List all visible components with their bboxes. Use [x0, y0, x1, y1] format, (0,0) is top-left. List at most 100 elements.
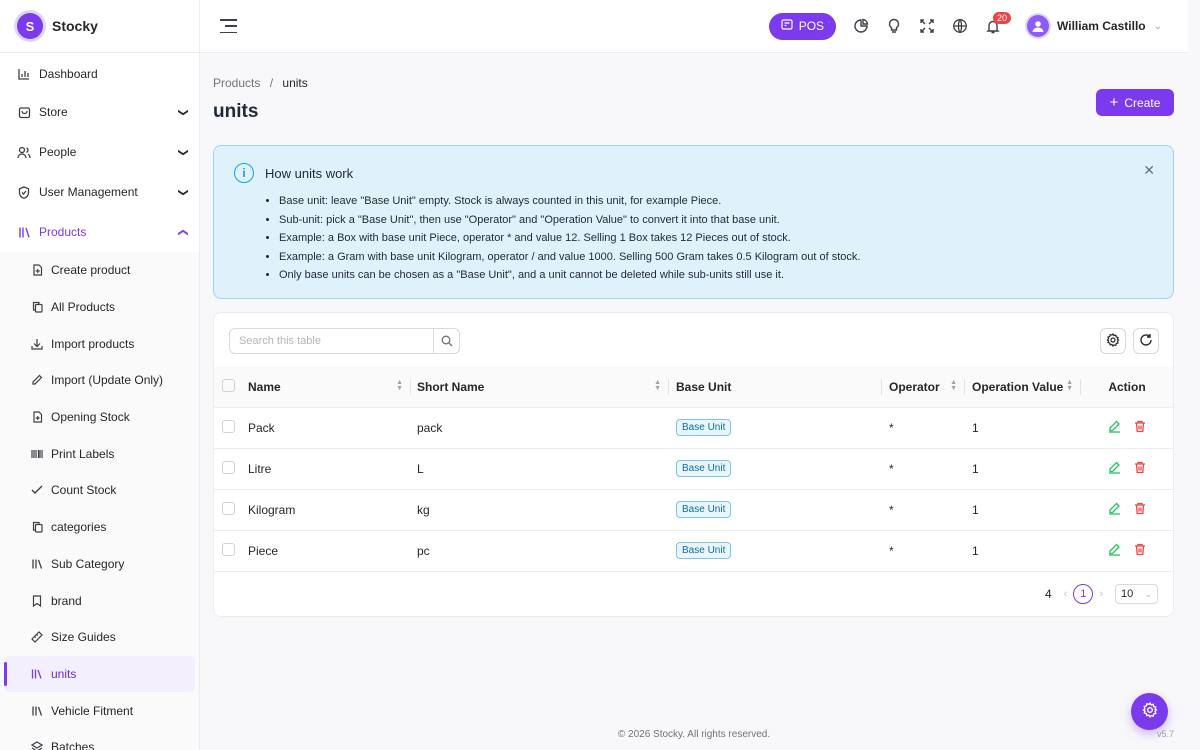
- pagination: 4 ‹ 1 › 10 ⌄: [1045, 584, 1158, 604]
- fullscreen-icon[interactable]: [919, 18, 935, 34]
- edit-icon[interactable]: [1108, 502, 1121, 518]
- row-checkbox[interactable]: [222, 460, 235, 474]
- table-row: Kilogram kg Base Unit * 1: [214, 489, 1173, 531]
- sidebar-subitem-print-labels[interactable]: Print Labels: [0, 435, 199, 472]
- pie-chart-icon[interactable]: [853, 18, 869, 34]
- library-icon: [31, 705, 43, 717]
- sidebar-item-store[interactable]: Store ❯: [0, 92, 199, 132]
- store-icon: [17, 105, 31, 119]
- sidebar-item-people[interactable]: People ❯: [0, 132, 199, 172]
- page-size-select[interactable]: 10 ⌄: [1115, 584, 1158, 604]
- delete-icon[interactable]: [1134, 420, 1146, 436]
- select-all-checkbox[interactable]: [222, 378, 235, 392]
- sidebar-subitem-create-product[interactable]: Create product: [0, 252, 199, 289]
- sort-icon: ▲ ▼: [654, 379, 661, 392]
- sidebar-subitem-import-products[interactable]: Import products: [0, 325, 199, 362]
- sidebar-subitem-import-update-only[interactable]: Import (Update Only): [0, 362, 199, 399]
- header-actions: POS 20 William Castillo ⌄: [768, 12, 1188, 40]
- cell-operator: *: [882, 489, 965, 531]
- sidebar-subitem-brand[interactable]: brand: [0, 582, 199, 619]
- breadcrumb: Products / units: [213, 76, 308, 90]
- close-icon[interactable]: ✕: [1143, 162, 1155, 179]
- row-checkbox[interactable]: [222, 542, 235, 556]
- bookmark-icon: [31, 594, 43, 607]
- refresh-button[interactable]: [1133, 328, 1159, 354]
- download-icon: [31, 338, 43, 350]
- column-header-short-name[interactable]: Short Name ▲ ▼: [411, 367, 669, 408]
- chevron-left-icon[interactable]: ‹: [1064, 588, 1068, 600]
- notification-count-badge: 20: [993, 12, 1012, 24]
- column-header-operator[interactable]: Operator ▲ ▼: [882, 367, 965, 408]
- edit-icon[interactable]: [1108, 420, 1121, 436]
- menu-toggle-icon[interactable]: [220, 19, 237, 33]
- sidebar-subitem-units[interactable]: units: [4, 655, 195, 693]
- sidebar-item-products[interactable]: Products ❯: [0, 212, 199, 252]
- info-line: Sub-unit: pick a "Base Unit", then use "…: [279, 211, 860, 230]
- products-submenu: Create product All Products Import produ…: [0, 252, 199, 750]
- notification-bell-icon[interactable]: 20: [985, 12, 1012, 34]
- cell-short-name: L: [411, 448, 669, 490]
- delete-icon[interactable]: [1134, 461, 1146, 477]
- select-all-cell: [214, 367, 248, 408]
- sidebar-subitem-categories[interactable]: categories: [0, 509, 199, 546]
- info-icon: i: [234, 163, 254, 183]
- search-icon[interactable]: [433, 329, 459, 353]
- lightbulb-icon[interactable]: [886, 18, 902, 34]
- base-unit-badge: Base Unit: [676, 542, 732, 559]
- row-checkbox[interactable]: [222, 419, 235, 433]
- table-row: Pack pack Base Unit * 1: [214, 407, 1173, 449]
- app-version: v5.7: [1156, 729, 1174, 739]
- page-button-current[interactable]: 1: [1073, 584, 1094, 604]
- chevron-down-icon: ⌄: [1144, 588, 1152, 599]
- column-header-action: Action: [1081, 367, 1173, 408]
- sidebar: S Stocky Dashboard Store ❯ People ❯ User…: [0, 0, 200, 750]
- search-box: [229, 328, 460, 354]
- column-header-name[interactable]: Name ▲ ▼: [248, 367, 411, 408]
- sidebar-subitem-vehicle-fitment[interactable]: Vehicle Fitment: [0, 692, 199, 729]
- file-plus-icon: [31, 264, 43, 276]
- sidebar-subitem-batches[interactable]: Batches: [0, 729, 199, 750]
- column-settings-button[interactable]: [1100, 328, 1126, 354]
- units-table-card: Name▲▼ Short Name▲▼ Base Unit Operator▲▼…: [213, 312, 1174, 617]
- pencil-icon: [31, 374, 43, 386]
- table-header-row: Name ▲ ▼ Short Name ▲ ▼ Base Unit Operator ▲ ▼…: [214, 367, 1173, 408]
- chevron-right-icon[interactable]: ›: [1099, 588, 1103, 600]
- column-header-operation-value[interactable]: Operation Value ▲ ▼: [965, 367, 1081, 408]
- breadcrumb-parent[interactable]: Products: [213, 76, 260, 90]
- shield-icon: [17, 185, 31, 199]
- cell-operator: *: [882, 407, 965, 449]
- table-row: Piece pc Base Unit * 1: [214, 530, 1173, 572]
- create-button[interactable]: + Create: [1096, 89, 1174, 116]
- delete-icon[interactable]: [1134, 543, 1146, 559]
- sidebar-subitem-count-stock[interactable]: Count Stock: [0, 472, 199, 509]
- search-input[interactable]: [230, 329, 433, 353]
- delete-icon[interactable]: [1134, 502, 1146, 518]
- brand[interactable]: S Stocky: [0, 0, 199, 53]
- info-list: Base unit: leave "Base Unit" empty. Stoc…: [279, 192, 860, 285]
- page-title: units: [213, 101, 259, 122]
- sidebar-subitem-size-guides[interactable]: Size Guides: [0, 619, 199, 656]
- row-checkbox[interactable]: [222, 501, 235, 515]
- gear-icon: [1142, 702, 1158, 721]
- globe-icon[interactable]: [952, 18, 968, 34]
- settings-fab-button[interactable]: [1131, 693, 1168, 730]
- sidebar-subitem-all-products[interactable]: All Products: [0, 289, 199, 326]
- sidebar-subitem-sub-category[interactable]: Sub Category: [0, 546, 199, 583]
- cell-operation-value: 1: [965, 407, 1081, 449]
- edit-icon[interactable]: [1108, 461, 1121, 477]
- main-content: Products / units units + Create i How un…: [200, 53, 1188, 750]
- sidebar-item-user-management[interactable]: User Management ❯: [0, 172, 199, 212]
- chevron-down-icon: ⌄: [1153, 20, 1162, 32]
- sidebar-item-dashboard[interactable]: Dashboard: [0, 56, 199, 92]
- cell-short-name: kg: [411, 489, 669, 531]
- stocky-logo: S: [17, 13, 43, 39]
- info-line: Example: a Box with base unit Piece, ope…: [279, 229, 860, 248]
- cell-name: Kilogram: [248, 489, 411, 531]
- chevron-down-icon: ❯: [177, 107, 189, 117]
- pos-button[interactable]: POS: [768, 12, 837, 40]
- avatar: [1027, 15, 1050, 37]
- chevron-down-icon: ❯: [177, 187, 189, 197]
- edit-icon[interactable]: [1108, 543, 1121, 559]
- user-menu[interactable]: William Castillo ⌄: [1027, 15, 1162, 37]
- sidebar-subitem-opening-stock[interactable]: Opening Stock: [0, 399, 199, 436]
